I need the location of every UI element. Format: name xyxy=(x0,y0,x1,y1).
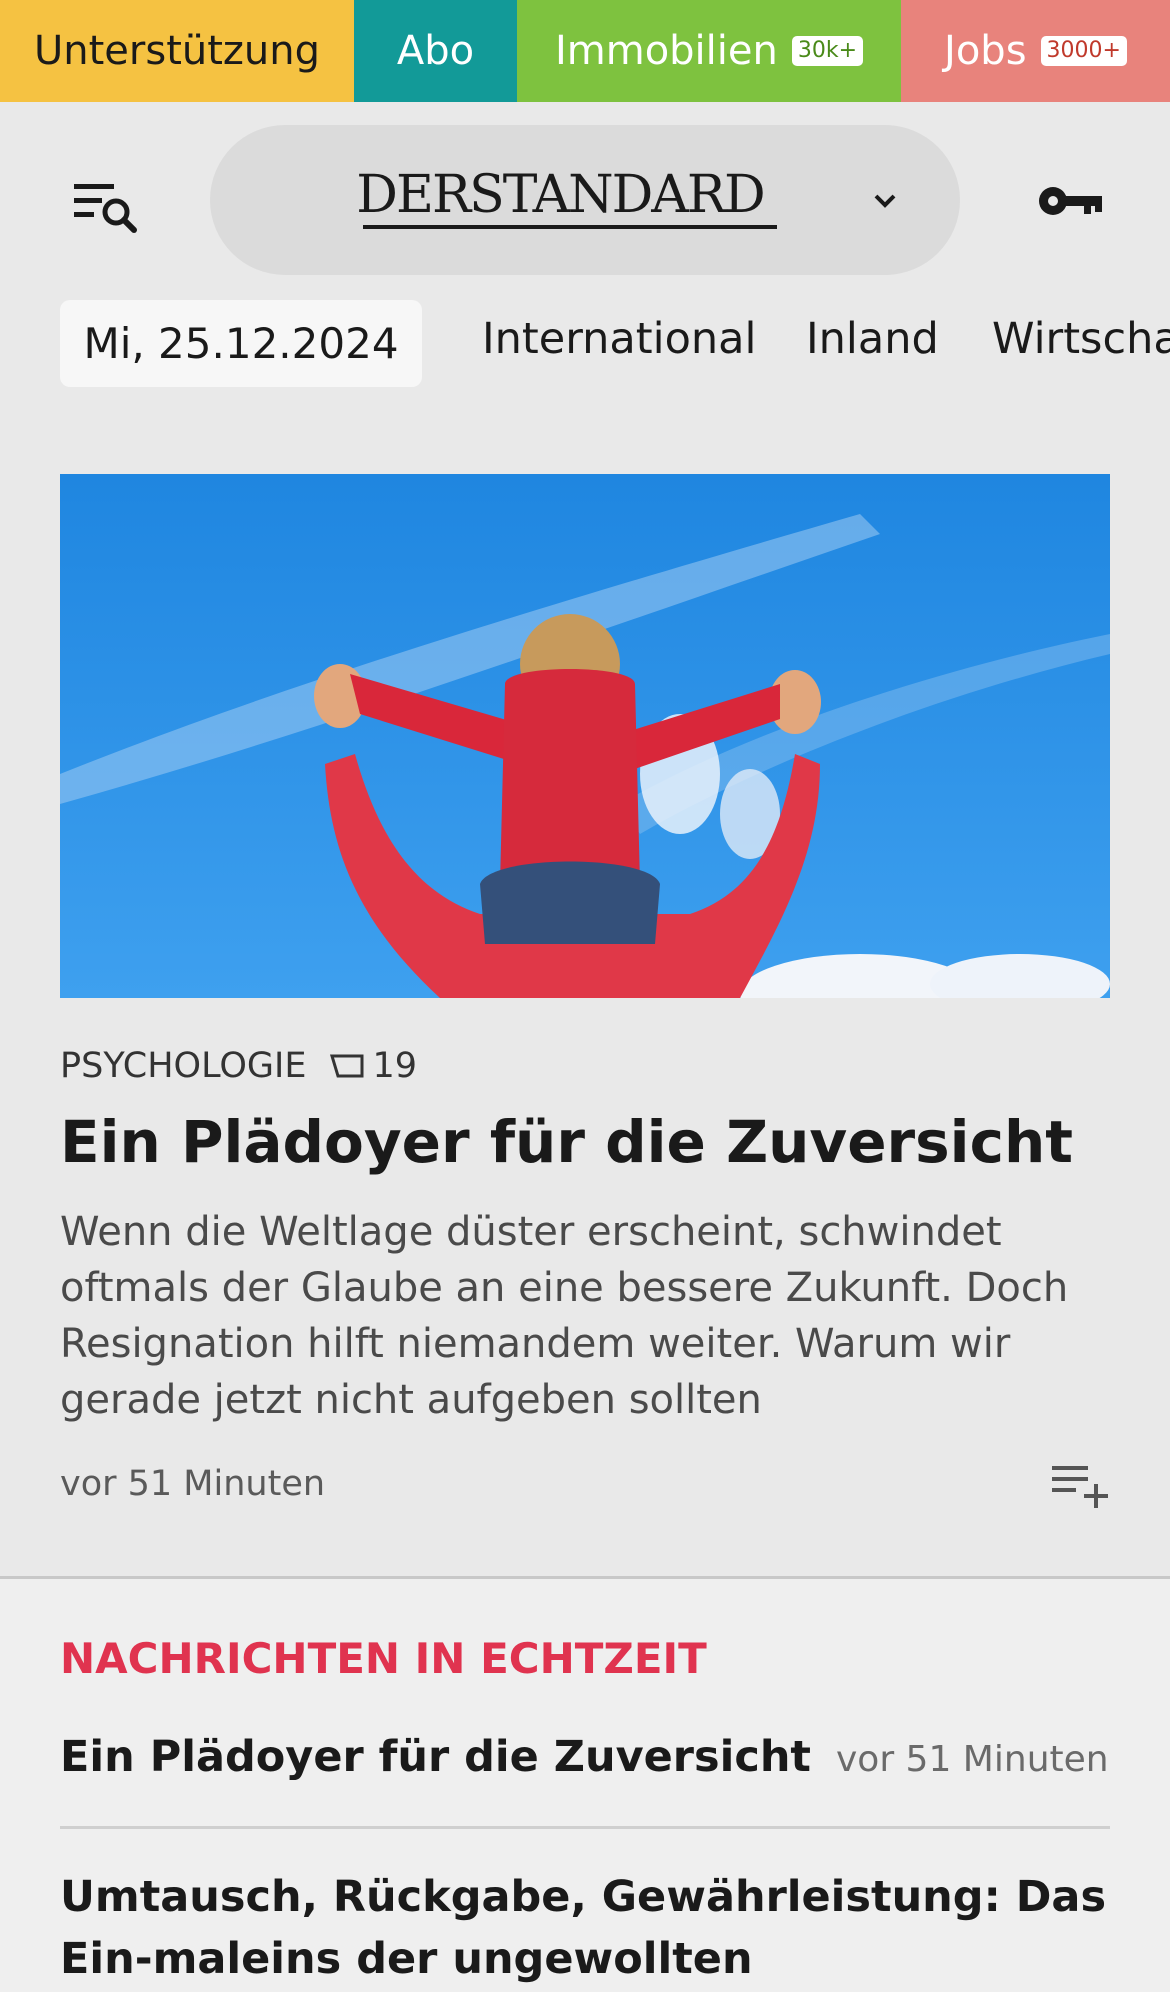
menu-search-icon xyxy=(74,184,137,233)
jobs-count-badge: 3000+ xyxy=(1040,36,1127,66)
list-divider xyxy=(60,1826,1110,1829)
login-button[interactable] xyxy=(1036,178,1106,224)
live-news-item[interactable]: Umtausch, Rückgabe, Gewährleistung: Das … xyxy=(60,1866,1130,1992)
live-news-title: NACHRICHTEN IN ECHTZEIT xyxy=(60,1634,707,1683)
immobilien-link[interactable]: Immobilien 30k+ xyxy=(517,0,901,102)
nav-item-international[interactable]: International xyxy=(482,314,756,364)
menu-search-button[interactable] xyxy=(64,168,140,238)
nav-item-inland[interactable]: Inland xyxy=(806,314,939,364)
article-kicker[interactable]: PSYCHOLOGIE 19 xyxy=(60,1046,417,1086)
logo-underline xyxy=(363,225,777,229)
live-news-headline: Ein Plädoyer für die Zuversicht xyxy=(60,1732,811,1782)
site-logo[interactable]: DERSTANDARD xyxy=(210,165,910,225)
edition-selector[interactable]: DERSTANDARD xyxy=(210,125,960,275)
jobs-link[interactable]: Jobs 3000+ xyxy=(901,0,1170,102)
jobs-label: Jobs xyxy=(944,28,1027,74)
abo-link[interactable]: Abo xyxy=(354,0,517,102)
support-label: Unterstützung xyxy=(33,28,320,74)
live-news-headline: Umtausch, Rückgabe, Gewährleistung: Das … xyxy=(60,1872,1107,1984)
chevron-down-icon xyxy=(874,194,896,208)
add-to-reading-list-button[interactable] xyxy=(1050,1460,1112,1508)
kicker-label: PSYCHOLOGIE xyxy=(60,1046,307,1086)
key-icon xyxy=(1039,187,1102,215)
support-link[interactable]: Unterstützung xyxy=(0,0,354,102)
nav-item-wirtschaft[interactable]: Wirtscha xyxy=(992,314,1170,364)
article-teaser[interactable]: Wenn die Weltlage düster erscheint, schw… xyxy=(60,1204,1120,1428)
top-service-bar: Unterstützung Abo Immobilien 30k+ Jobs 3… xyxy=(0,0,1170,102)
date-chip: Mi, 25.12.2024 xyxy=(60,300,422,387)
live-news-time: vor 51 Minuten xyxy=(835,1739,1109,1780)
immobilien-label: Immobilien xyxy=(554,28,778,74)
immobilien-count-badge: 30k+ xyxy=(791,36,864,66)
article-hero-image[interactable] xyxy=(60,474,1110,998)
comment-count: 19 xyxy=(372,1046,417,1086)
article-timestamp: vor 51 Minuten xyxy=(60,1464,326,1504)
abo-label: Abo xyxy=(396,28,475,74)
comment-icon xyxy=(330,1054,364,1078)
live-news-item[interactable]: Ein Plädoyer für die Zuversicht vor 51 M… xyxy=(60,1732,1120,1782)
article-headline[interactable]: Ein Plädoyer für die Zuversicht xyxy=(60,1108,1120,1176)
hero-photo xyxy=(60,474,1110,998)
playlist-add-icon xyxy=(1052,1466,1108,1508)
